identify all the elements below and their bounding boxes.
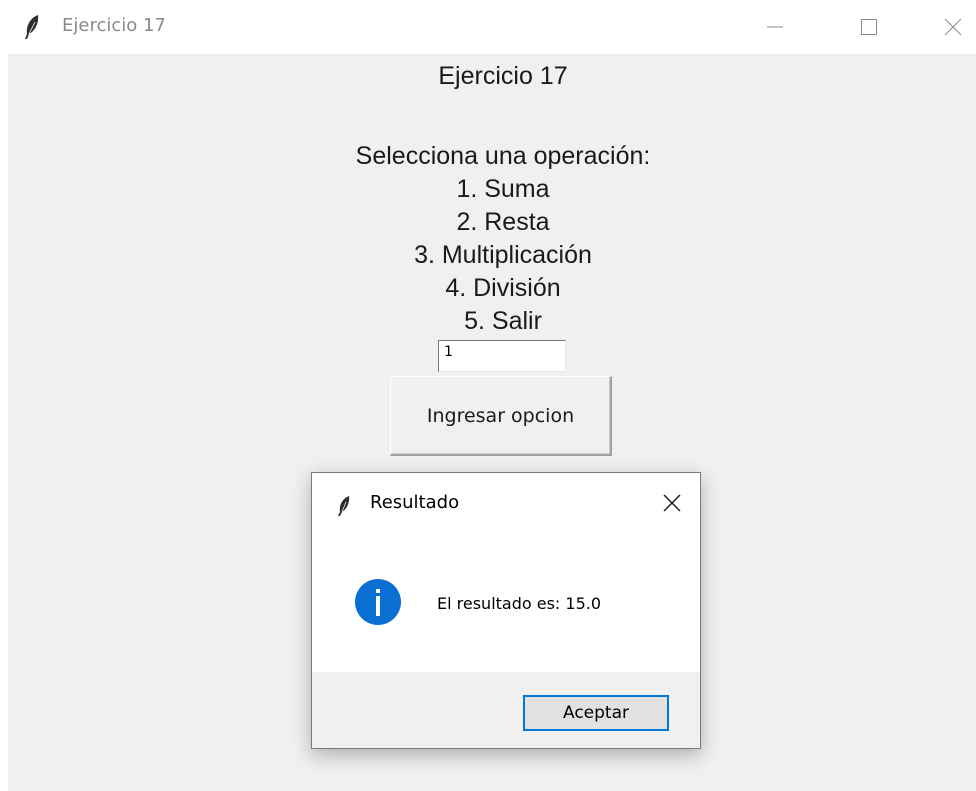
dialog-close-button[interactable] bbox=[658, 489, 686, 517]
option-input[interactable]: 1 bbox=[438, 340, 566, 372]
operations-menu: Selecciona una operación: 1. Suma 2. Res… bbox=[8, 140, 976, 338]
close-button[interactable] bbox=[930, 8, 976, 46]
feather-icon bbox=[338, 496, 350, 516]
dialog-message: El resultado es: 15.0 bbox=[437, 594, 602, 613]
close-icon bbox=[663, 494, 681, 512]
dialog-footer: Aceptar bbox=[312, 672, 700, 748]
menu-option-suma: 1. Suma bbox=[456, 175, 550, 203]
window-title: Ejercicio 17 bbox=[62, 15, 166, 36]
maximize-icon bbox=[861, 19, 877, 35]
menu-option-salir: 5. Salir bbox=[464, 307, 542, 335]
menu-option-resta: 2. Resta bbox=[456, 208, 550, 236]
submit-option-button[interactable]: Ingresar opcion bbox=[390, 376, 612, 456]
menu-prompt: Selecciona una operación: bbox=[355, 142, 651, 170]
title-bar: Ejercicio 17 bbox=[0, 0, 976, 54]
result-dialog: Resultado El resultado es: 15.0 Aceptar bbox=[311, 472, 701, 749]
minimize-icon bbox=[767, 26, 783, 28]
close-icon bbox=[944, 18, 962, 36]
page-heading: Ejercicio 17 bbox=[438, 62, 568, 90]
minimize-button[interactable] bbox=[752, 8, 798, 46]
maximize-button[interactable] bbox=[846, 8, 892, 46]
menu-option-multiplicacion: 3. Multiplicación bbox=[414, 241, 592, 269]
info-icon bbox=[355, 579, 401, 625]
accept-button[interactable]: Aceptar bbox=[523, 695, 669, 731]
menu-option-division: 4. División bbox=[445, 274, 561, 302]
feather-icon bbox=[25, 15, 39, 39]
dialog-title: Resultado bbox=[370, 492, 460, 513]
